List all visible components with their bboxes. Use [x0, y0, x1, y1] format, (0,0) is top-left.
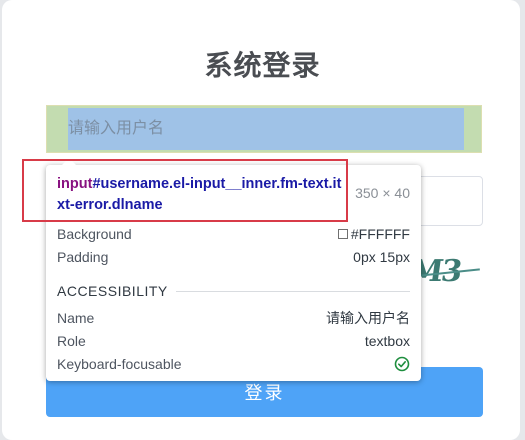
role-value: textbox — [364, 333, 410, 349]
element-dimensions: 350 × 40 — [355, 185, 410, 201]
padding-row: Padding 0px 15px — [57, 247, 410, 267]
padding-key: Padding — [57, 249, 109, 265]
check-circle-icon — [394, 356, 410, 372]
name-key: Name — [57, 310, 95, 326]
name-value: 请输入用户名 — [326, 310, 410, 326]
accessibility-title: ACCESSIBILITY — [57, 283, 168, 299]
focusable-key: Keyboard-focusable — [57, 356, 182, 372]
annotation-highlight-box — [22, 159, 348, 222]
name-row: Name 请输入用户名 — [57, 308, 410, 328]
color-swatch — [337, 229, 348, 239]
focusable-row: Keyboard-focusable — [57, 354, 410, 374]
role-key: Role — [57, 333, 86, 349]
page-title: 系统登录 — [204, 50, 321, 81]
background-value: #FFFFFF — [350, 226, 410, 242]
role-row: Role textbox — [57, 331, 410, 351]
username-field-highlight[interactable] — [46, 105, 482, 153]
padding-value: 0px 15px — [353, 249, 410, 265]
section-divider — [175, 290, 410, 292]
username-input[interactable] — [68, 108, 464, 150]
accessibility-section-header: ACCESSIBILITY — [57, 281, 410, 301]
username-content-box[interactable] — [68, 108, 464, 150]
background-key: Background — [57, 226, 132, 242]
background-row: Background #FFFFFF — [57, 224, 410, 244]
